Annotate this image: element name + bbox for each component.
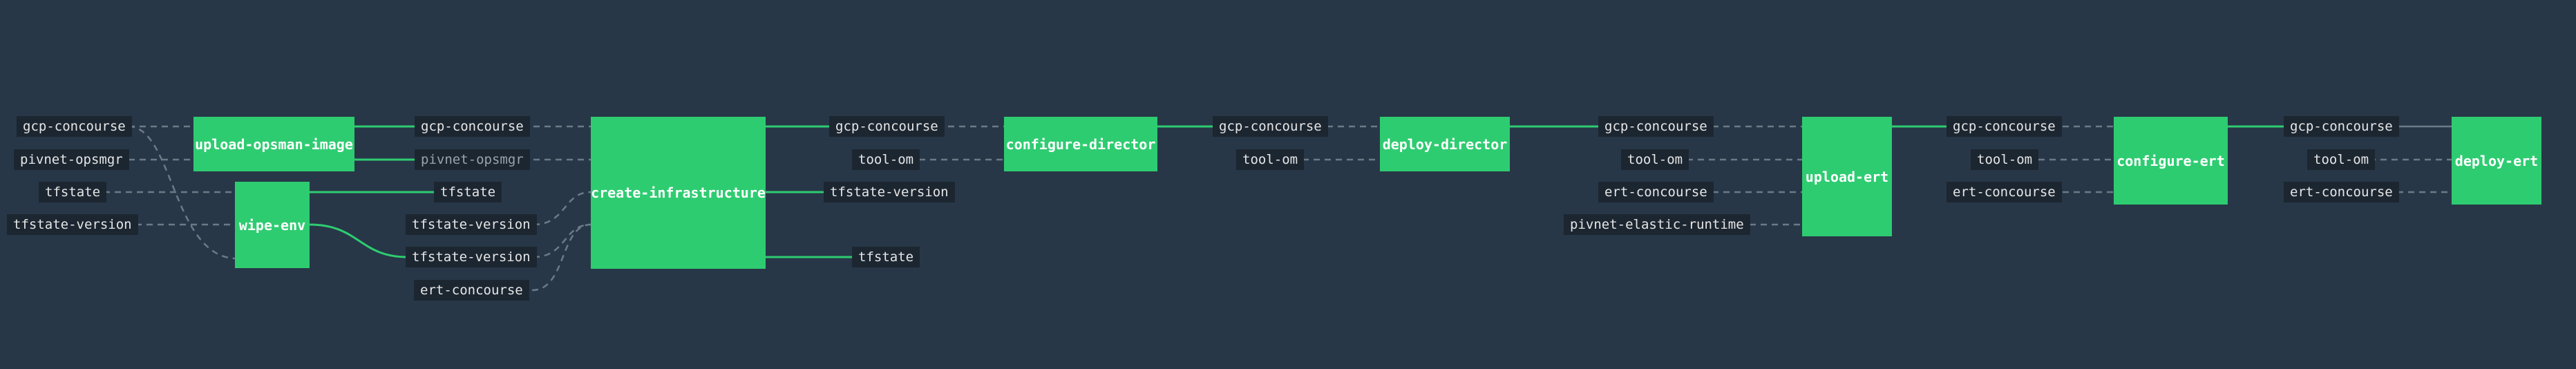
resource-pivnet-elastic-runtime[interactable]: pivnet-elastic-runtime <box>1564 214 1750 235</box>
resource-gcp-concourse[interactable]: gcp-concourse <box>2284 116 2399 137</box>
resource-ert-concourse[interactable]: ert-concourse <box>2284 182 2399 202</box>
resource-ert-concourse[interactable]: ert-concourse <box>414 280 529 301</box>
job-configure-ert[interactable]: configure-ert <box>2114 117 2228 205</box>
resource-pivnet-opsmgr[interactable]: pivnet-opsmgr <box>415 149 530 170</box>
job-upload-ert[interactable]: upload-ert <box>1802 117 1892 236</box>
resource-ert-concourse[interactable]: ert-concourse <box>1598 182 1714 202</box>
resource-tool-om[interactable]: tool-om <box>1971 149 2039 170</box>
pipeline-graph: gcp-concourse pivnet-opsmgr tfstate tfst… <box>0 0 2576 369</box>
resource-gcp-concourse[interactable]: gcp-concourse <box>1213 116 1328 137</box>
resource-gcp-concourse[interactable]: gcp-concourse <box>415 116 530 137</box>
resource-tfstate-version[interactable]: tfstate-version <box>824 182 955 202</box>
resource-tool-om[interactable]: tool-om <box>1236 149 1305 170</box>
resource-tool-om[interactable]: tool-om <box>2307 149 2376 170</box>
resource-ert-concourse[interactable]: ert-concourse <box>1947 182 2062 202</box>
resource-tool-om[interactable]: tool-om <box>1621 149 1689 170</box>
resource-tool-om[interactable]: tool-om <box>852 149 920 170</box>
resource-pivnet-opsmgr[interactable]: pivnet-opsmgr <box>14 149 129 170</box>
job-deploy-ert[interactable]: deploy-ert <box>2452 117 2541 205</box>
resource-tfstate-version[interactable]: tfstate-version <box>406 247 537 267</box>
job-configure-director[interactable]: configure-director <box>1004 117 1157 171</box>
resource-tfstate[interactable]: tfstate <box>39 182 107 202</box>
job-create-infrastructure[interactable]: create-infrastructure <box>591 117 766 269</box>
resource-gcp-concourse[interactable]: gcp-concourse <box>829 116 945 137</box>
resource-tfstate[interactable]: tfstate <box>434 182 502 202</box>
resource-gcp-concourse[interactable]: gcp-concourse <box>1598 116 1714 137</box>
resource-tfstate-version[interactable]: tfstate-version <box>406 214 537 235</box>
resource-tfstate-version[interactable]: tfstate-version <box>7 214 138 235</box>
job-deploy-director[interactable]: deploy-director <box>1380 117 1510 171</box>
job-wipe-env[interactable]: wipe-env <box>235 182 310 268</box>
resource-gcp-concourse[interactable]: gcp-concourse <box>17 116 132 137</box>
job-upload-opsman-image[interactable]: upload-opsman-image <box>193 117 354 171</box>
resource-gcp-concourse[interactable]: gcp-concourse <box>1947 116 2062 137</box>
resource-tfstate[interactable]: tfstate <box>852 247 920 267</box>
